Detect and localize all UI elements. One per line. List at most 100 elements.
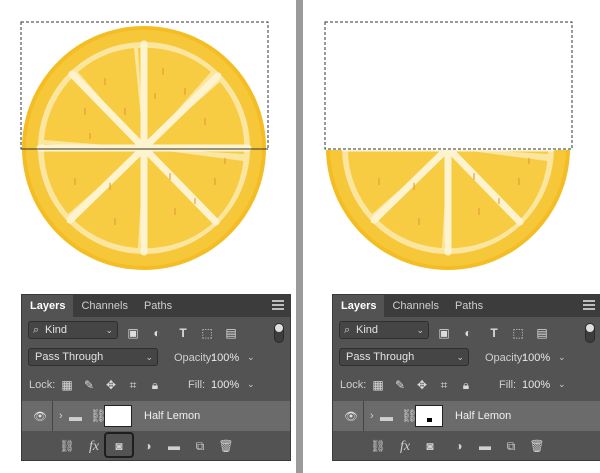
new-group-icon[interactable]: ▬ [477, 439, 493, 453]
link-layers-icon[interactable]: ⛓︎ [59, 439, 75, 453]
search-icon: ⌕ [33, 324, 40, 336]
trash-icon[interactable]: 🗑︎ [218, 439, 234, 453]
lock-row: Lock: ▦ ✎ ✥ ⌗ 🔒︎ Fill: 100% ⌄ [333, 375, 600, 399]
new-layer-icon[interactable]: ⧉ [192, 439, 208, 454]
selection-marquee [324, 21, 573, 150]
filter-toggle[interactable] [274, 323, 284, 343]
tab-layers[interactable]: Layers [333, 295, 385, 317]
filter-toggle[interactable] [585, 323, 595, 343]
search-icon: ⌕ [344, 324, 351, 336]
layers-panel: Layers Channels Paths ⌕ Kind ⌄ ▣ ◐ T ⬚ ▤… [21, 294, 291, 461]
adjustment-filter-icon[interactable]: ◐ [150, 326, 164, 340]
chevron-down-icon: ⌄ [416, 325, 424, 335]
layers-panel: Layers Channels Paths ⌕ Kind ⌄ ▣ ◐ T ⬚ ▤… [332, 294, 600, 461]
eye-icon[interactable]: 👁︎ [344, 410, 358, 423]
layer-mask-thumbnail[interactable] [415, 405, 443, 427]
trash-icon[interactable]: 🗑︎ [529, 439, 545, 453]
image-filter-icon[interactable]: ▣ [437, 326, 451, 340]
blend-row: Pass Through ⌄ Opacity: 100% ⌄ [333, 348, 600, 372]
link-layers-icon[interactable]: ⛓︎ [370, 439, 386, 453]
panel-tab-bar: Layers Channels Paths [22, 295, 290, 317]
brush-icon[interactable]: ✎ [82, 378, 96, 392]
chevron-down-icon: ⌄ [456, 352, 464, 362]
adjustment-filter-icon[interactable]: ◐ [461, 326, 475, 340]
opacity-value[interactable]: 100% [211, 352, 239, 364]
fill-value[interactable]: 100% [211, 379, 239, 391]
fill-label: Fill: [499, 379, 517, 391]
tab-layers[interactable]: Layers [22, 295, 74, 317]
layer-name[interactable]: Half Lemon [455, 410, 511, 422]
opacity-label: Opacity: [174, 352, 215, 364]
panel-footer: ⛓︎ fx ◙ ◑ ▬ ⧉ 🗑︎ [333, 432, 600, 460]
move-icon[interactable]: ✥ [415, 378, 429, 392]
expand-arrow-icon[interactable]: › [370, 410, 374, 422]
expand-arrow-icon[interactable]: › [59, 410, 63, 422]
lock-icon[interactable]: 🔒︎ [148, 378, 162, 392]
fill-value[interactable]: 100% [522, 379, 550, 391]
blend-mode-label: Pass Through [346, 351, 415, 363]
panel-footer: ⛓︎ fx ◙ ◑ ▬ ⧉ 🗑︎ [22, 432, 290, 460]
tab-channels[interactable]: Channels [73, 295, 135, 317]
divider [363, 401, 364, 431]
layer-row[interactable]: 👁︎ › ▬ ⛓︎ Half Lemon [333, 401, 600, 431]
chevron-down-icon[interactable]: ⌄ [247, 352, 286, 363]
lock-transparent-icon[interactable]: ▦ [371, 378, 385, 392]
blend-mode-select[interactable]: Pass Through ⌄ [339, 348, 469, 366]
brush-icon[interactable]: ✎ [393, 378, 407, 392]
fx-icon[interactable]: fx [397, 439, 413, 455]
lock-label: Lock: [29, 379, 56, 391]
lemon-half [326, 26, 570, 270]
chevron-down-icon[interactable]: ⌄ [558, 352, 597, 363]
fx-icon[interactable]: fx [86, 439, 102, 455]
panel-menu-icon[interactable] [272, 300, 284, 312]
adjustment-layer-icon[interactable]: ◑ [451, 439, 467, 453]
layer-row[interactable]: 👁︎ › ▬ ⛓︎ Half Lemon [22, 401, 290, 431]
filter-row: ⌕ Kind ⌄ ▣ ◐ T ⬚ ▤ [22, 321, 290, 345]
new-layer-icon[interactable]: ⧉ [503, 439, 519, 454]
layer-mask-thumbnail[interactable] [104, 405, 132, 427]
tab-channels[interactable]: Channels [384, 295, 446, 317]
fill-label: Fill: [188, 379, 206, 391]
blend-mode-label: Pass Through [35, 351, 104, 363]
opacity-value[interactable]: 100% [522, 352, 550, 364]
smart-object-filter-icon[interactable]: ▤ [224, 326, 238, 340]
smart-object-filter-icon[interactable]: ▤ [535, 326, 549, 340]
lock-row: Lock: ▦ ✎ ✥ ⌗ 🔒︎ Fill: 100% ⌄ [22, 375, 290, 399]
chevron-down-icon: ⌄ [145, 352, 153, 362]
layer-name[interactable]: Half Lemon [144, 410, 200, 422]
adjustment-layer-icon[interactable]: ◑ [140, 439, 156, 453]
image-filter-icon[interactable]: ▣ [126, 326, 140, 340]
tab-paths[interactable]: Paths [447, 295, 491, 317]
filter-row: ⌕ Kind ⌄ ▣ ◐ T ⬚ ▤ [333, 321, 600, 345]
shape-filter-icon[interactable]: ⬚ [511, 326, 525, 340]
opacity-label: Opacity: [485, 352, 526, 364]
artboard-icon[interactable]: ⌗ [126, 378, 140, 392]
lock-icon[interactable]: 🔒︎ [459, 378, 473, 392]
lemon-full [22, 26, 266, 270]
panel-menu-icon[interactable] [583, 300, 595, 312]
kind-filter-select[interactable]: ⌕ Kind ⌄ [339, 321, 429, 339]
new-group-icon[interactable]: ▬ [166, 439, 182, 453]
chevron-down-icon[interactable]: ⌄ [558, 379, 597, 390]
blend-mode-select[interactable]: Pass Through ⌄ [28, 348, 158, 366]
kind-filter-label: Kind [45, 324, 68, 336]
kind-filter-select[interactable]: ⌕ Kind ⌄ [28, 321, 118, 339]
folder-icon: ▬ [380, 409, 393, 424]
add-mask-icon[interactable]: ◙ [111, 439, 127, 453]
kind-filter-label: Kind [356, 324, 379, 336]
chevron-down-icon[interactable]: ⌄ [247, 379, 286, 390]
eye-icon[interactable]: 👁︎ [33, 410, 47, 423]
lock-transparent-icon[interactable]: ▦ [60, 378, 74, 392]
move-icon[interactable]: ✥ [104, 378, 118, 392]
divider [52, 401, 53, 431]
type-filter-icon[interactable]: T [176, 326, 190, 340]
lock-label: Lock: [340, 379, 367, 391]
tab-paths[interactable]: Paths [136, 295, 180, 317]
add-mask-icon[interactable]: ◙ [422, 439, 438, 453]
artboard-icon[interactable]: ⌗ [437, 378, 451, 392]
panel-tab-bar: Layers Channels Paths [333, 295, 600, 317]
mask-dot [427, 418, 432, 422]
folder-icon: ▬ [69, 409, 82, 424]
type-filter-icon[interactable]: T [487, 326, 501, 340]
shape-filter-icon[interactable]: ⬚ [200, 326, 214, 340]
